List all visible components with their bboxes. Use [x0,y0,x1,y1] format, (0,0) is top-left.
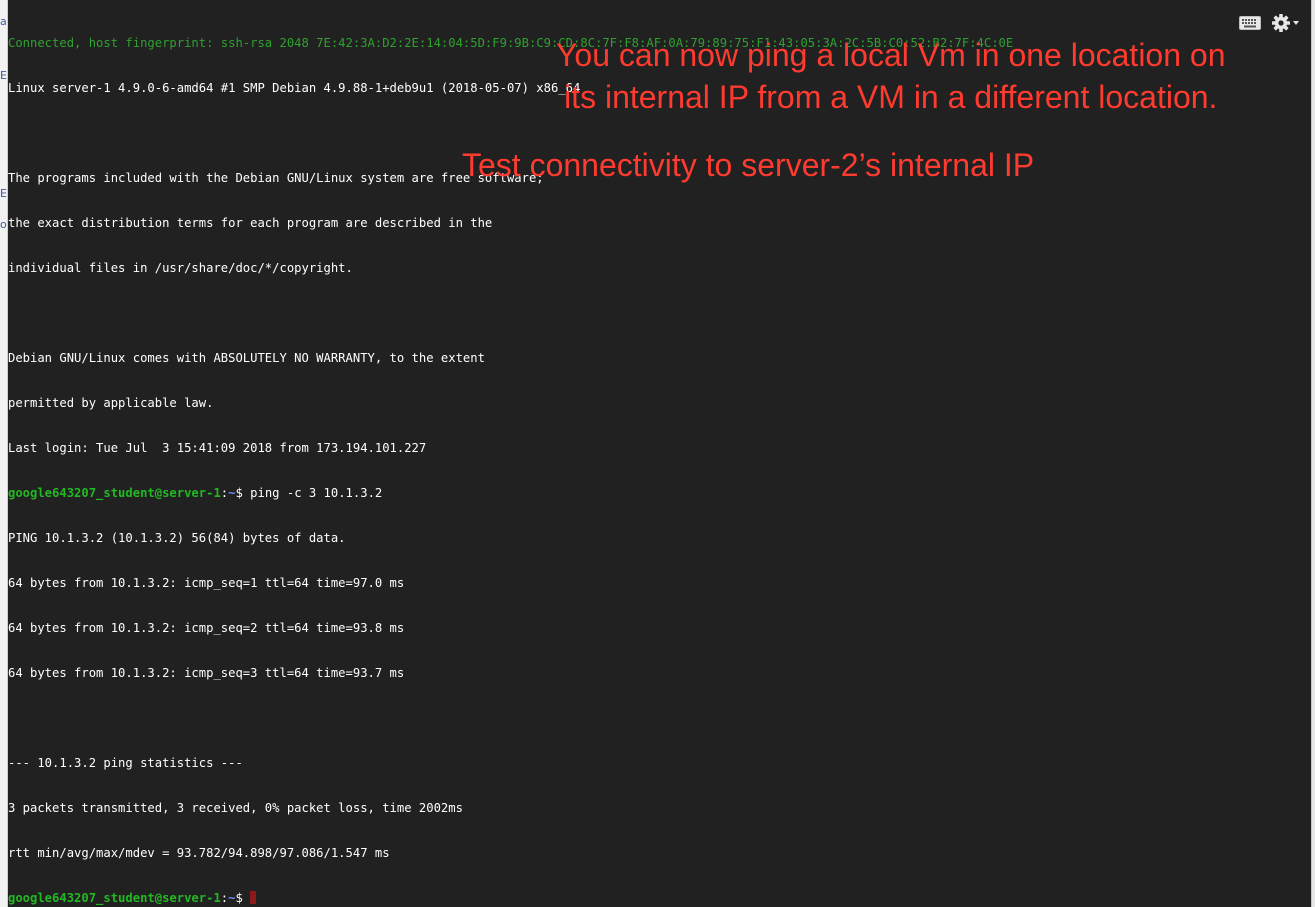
gear-icon[interactable] [1271,12,1301,34]
terminal-toolbar [1239,12,1301,34]
annotation-note-line: You can now ping a local Vm in one locat… [556,37,1226,73]
ping-stats-header: --- 10.1.3.2 ping statistics --- [8,756,243,770]
prompt-user: google643207_student@server-1 [8,486,221,500]
prompt-symbol: $ [235,486,251,500]
edge-letter: a [0,15,7,28]
active-prompt-line[interactable]: google643207_student@server-1:~$ [8,891,1013,906]
edge-letter: E [0,69,7,82]
keyboard-icon[interactable] [1239,16,1261,30]
ping-stats-line: 3 packets transmitted, 3 received, 0% pa… [8,801,463,815]
ping-rtt-line: rtt min/avg/max/mdev = 93.782/94.898/97.… [8,846,390,860]
annotation-test-note: Test connectivity to server-2’s internal… [462,147,1035,183]
prompt-user: google643207_student@server-1 [8,891,221,905]
window-scrollbar-edge[interactable] [1311,0,1315,907]
background-window-edge: a E E o [0,0,8,907]
command-line: google643207_student@server-1:~$ ping -c… [8,486,1013,501]
ping-output-line: PING 10.1.3.2 (10.1.3.2) 56(84) bytes of… [8,531,346,545]
terminal-output: Connected, host fingerprint: ssh-rsa 204… [8,6,1013,907]
edge-letter: o [0,218,7,231]
annotation-note: You can now ping a local Vm in one locat… [556,34,1226,118]
terminal-cursor [250,891,257,904]
annotation-note-line: its internal IP from a VM in a different… [564,79,1218,115]
ssh-terminal[interactable]: Connected, host fingerprint: ssh-rsa 204… [8,0,1311,907]
ping-output-line: 64 bytes from 10.1.3.2: icmp_seq=3 ttl=6… [8,666,405,680]
motd-line [8,306,1013,321]
motd-line [8,126,1013,141]
motd-line: the exact distribution terms for each pr… [8,216,493,230]
ping-output-line: 64 bytes from 10.1.3.2: icmp_seq=2 ttl=6… [8,621,405,635]
ping-output-line [8,711,1013,726]
prompt-symbol: $ [235,891,251,905]
ping-output-line: 64 bytes from 10.1.3.2: icmp_seq=1 ttl=6… [8,576,405,590]
motd-line: permitted by applicable law. [8,396,214,410]
motd-line: individual files in /usr/share/doc/*/cop… [8,261,353,275]
screenshot-frame: a E E o Connected, host fingerprint: ssh… [0,0,1315,907]
last-login-line: Last login: Tue Jul 3 15:41:09 2018 from… [8,441,427,455]
motd-line: Debian GNU/Linux comes with ABSOLUTELY N… [8,351,485,365]
edge-letter: E [0,187,7,200]
ping-command: ping -c 3 10.1.3.2 [250,486,383,500]
